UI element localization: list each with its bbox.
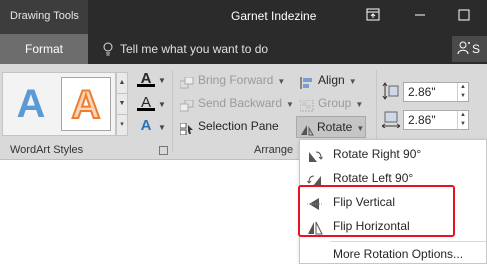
tab-format[interactable]: Format: [0, 34, 88, 64]
share-person-icon: [457, 41, 470, 55]
highlight-annotation: [298, 185, 455, 237]
selection-pane-icon: [179, 121, 194, 136]
context-tab-header: Drawing Tools: [0, 0, 88, 34]
maximize-icon[interactable]: [455, 6, 473, 24]
menu-item-label: Rotate Right 90°: [333, 147, 422, 161]
tell-me-label: Tell me what you want to do: [120, 42, 269, 56]
rotate-right-icon: [307, 147, 323, 162]
tell-me-box[interactable]: Tell me what you want to do: [102, 34, 268, 64]
shape-height-spinner[interactable]: ▲ ▼: [457, 83, 468, 101]
text-outline-dropdown-icon[interactable]: ▼: [158, 100, 166, 109]
text-outline-icon[interactable]: A: [134, 94, 158, 114]
tab-row: Format Tell me what you want to do S: [0, 34, 487, 64]
wordart-styles-group-label: WordArt Styles: [10, 144, 84, 156]
align-icon: [300, 75, 314, 89]
shape-width-field[interactable]: 2.86" ▲ ▼: [403, 110, 469, 130]
bring-forward-icon: [179, 75, 194, 89]
wordart-dialog-launcher-icon[interactable]: [159, 146, 168, 155]
align-label: Align: [318, 73, 345, 87]
wordart-gallery-scroll: ▲ ▼ ▾: [116, 72, 128, 136]
text-effects-dropdown-icon[interactable]: ▼: [158, 123, 166, 132]
shape-width-value: 2.86": [408, 113, 436, 127]
rotate-left-icon: [307, 171, 323, 186]
arrange-group-label: Arrange: [254, 144, 294, 156]
shape-height-icon: [382, 82, 400, 100]
share-button[interactable]: S: [452, 36, 487, 62]
selection-pane-label: Selection Pane: [198, 119, 279, 133]
chevron-down-icon: ▼: [356, 124, 365, 133]
send-backward-label: Send Backward: [198, 96, 283, 110]
group-icon: [299, 98, 314, 112]
bring-forward-button[interactable]: Bring Forward ▼: [179, 70, 286, 90]
shape-width-spinner[interactable]: ▲ ▼: [457, 111, 468, 129]
chevron-down-icon: ▼: [355, 100, 364, 109]
gallery-more-icon[interactable]: ▾: [117, 115, 127, 136]
rotate-label: Rotate: [317, 120, 353, 134]
minimize-icon[interactable]: [411, 6, 429, 24]
lightbulb-icon: [103, 42, 113, 56]
shape-width-icon: [381, 110, 401, 129]
wordart-style-blue[interactable]: A: [6, 77, 56, 131]
group-separator: [172, 70, 173, 152]
wordart-gallery: A A: [2, 72, 116, 136]
ribbon-display-options-icon[interactable]: [364, 6, 382, 24]
gallery-up-icon[interactable]: ▲: [117, 73, 127, 94]
send-backward-icon: [179, 98, 194, 112]
rotate-button[interactable]: Rotate ▼: [296, 116, 366, 138]
group-button[interactable]: Group ▼: [299, 93, 364, 113]
text-fill-dropdown-icon[interactable]: ▼: [158, 76, 166, 85]
selection-pane-button[interactable]: Selection Pane: [179, 116, 279, 136]
title-bar: Drawing Tools Garnet Indezine: [0, 0, 487, 34]
chevron-down-icon: ▼: [277, 77, 286, 86]
rotate-icon: [300, 122, 314, 136]
context-tab-label: Drawing Tools: [10, 10, 79, 22]
chevron-down-icon: ▼: [286, 100, 294, 109]
chevron-down-icon: ▼: [348, 77, 357, 86]
shape-height-field[interactable]: 2.86" ▲ ▼: [403, 82, 469, 102]
share-label: S: [472, 42, 481, 56]
align-button[interactable]: Align ▼: [300, 70, 357, 90]
wordart-style-orange[interactable]: A: [61, 77, 111, 131]
text-fill-icon[interactable]: A: [134, 70, 158, 90]
group-label: Group: [318, 96, 352, 110]
send-backward-button[interactable]: Send Backward ▼: [179, 93, 294, 113]
menu-item-more-rotation-options[interactable]: More Rotation Options...: [300, 242, 487, 264]
bring-forward-label: Bring Forward: [198, 73, 274, 87]
menu-item-label: More Rotation Options...: [333, 247, 464, 261]
shape-height-value: 2.86": [408, 85, 436, 99]
document-title: Garnet Indezine: [231, 9, 317, 23]
gallery-down-icon[interactable]: ▼: [117, 94, 127, 115]
text-effects-icon[interactable]: A: [134, 117, 158, 137]
menu-item-rotate-right[interactable]: Rotate Right 90°: [300, 142, 487, 166]
